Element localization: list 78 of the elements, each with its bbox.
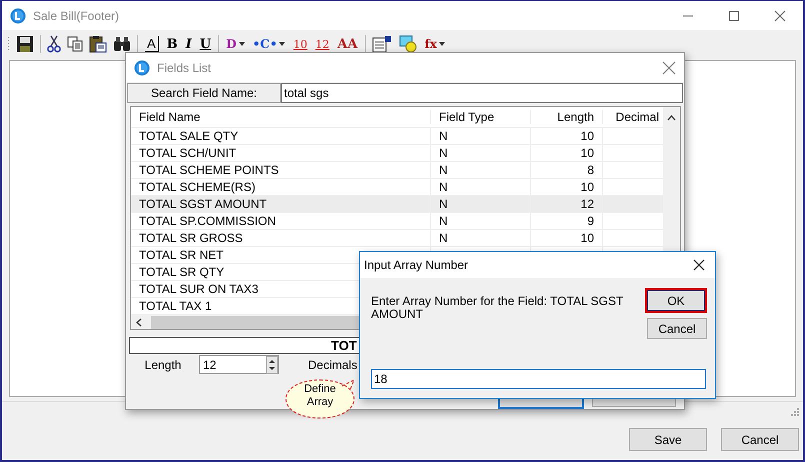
table-row[interactable]: TOTAL SALE QTY N 10 [131, 128, 663, 145]
caret-icon [238, 42, 245, 46]
table-row[interactable]: TOTAL SCH/UNIT N 10 [131, 145, 663, 162]
table-cell: TOTAL SCH/UNIT [139, 146, 236, 160]
column-header[interactable]: Length [531, 110, 603, 124]
window-title: Sale Bill(Footer) [33, 8, 120, 22]
table-row[interactable]: TOTAL SP.COMMISSION N 9 [131, 213, 663, 230]
table-cell: TOTAL SCHEME(RS) [139, 180, 256, 194]
cancel-button[interactable]: Cancel [647, 318, 707, 339]
length-label: Length [144, 358, 182, 372]
search-label: Search Field Name: [127, 83, 281, 103]
format-button[interactable]: AA [336, 34, 359, 54]
column-header[interactable]: Field Name [131, 110, 431, 124]
table-cell: 10 [580, 231, 594, 245]
table-cell: 9 [587, 214, 594, 228]
save-icon[interactable] [16, 35, 34, 53]
table-cell: N [439, 180, 448, 194]
table-cell: N [439, 146, 448, 160]
caret-icon [438, 42, 445, 46]
table-cell: 10 [580, 146, 594, 160]
copy-icon[interactable] [67, 36, 83, 52]
table-cell: TOTAL SR GROSS [139, 231, 243, 245]
caret-icon [279, 42, 286, 46]
binoculars-icon[interactable] [113, 36, 131, 52]
table-cell: 10 [580, 129, 594, 143]
format-button[interactable]: •C• [252, 34, 286, 54]
table-row[interactable]: TOTAL SGST AMOUNT N 12 [131, 196, 663, 213]
table-cell: 12 [580, 197, 594, 211]
save-button[interactable]: Save [629, 428, 707, 451]
scissors-icon[interactable] [47, 35, 61, 53]
dialog-title: Input Array Number [364, 258, 468, 272]
properties-icon[interactable] [372, 35, 392, 53]
table-cell: 10 [580, 180, 594, 194]
app-icon [134, 60, 150, 76]
clipboard-icon[interactable] [89, 35, 107, 53]
shapes-icon[interactable] [398, 35, 418, 53]
scroll-up-icon[interactable] [667, 115, 676, 121]
maximize-icon[interactable] [728, 10, 740, 22]
column-header[interactable]: Field Type [431, 110, 531, 124]
format-button[interactable]: 12 [314, 34, 330, 54]
table-cell: N [439, 129, 448, 143]
table-cell: TOTAL SR NET [139, 248, 224, 262]
table-cell: TOTAL SCHEME POINTS [139, 163, 279, 177]
field-caption: TOT [331, 338, 357, 353]
table-cell: TOTAL SP.COMMISSION [139, 214, 276, 228]
format-button[interactable]: 10 [292, 34, 308, 54]
table-row[interactable]: TOTAL SCHEME POINTS N 8 [131, 162, 663, 179]
ok-button[interactable]: OK [647, 290, 705, 311]
table-cell: N [439, 214, 448, 228]
decimals-label: Decimals [308, 358, 358, 372]
table-cell: TOTAL SUR ON TAX3 [139, 282, 258, 296]
column-header[interactable]: Decimal [603, 110, 661, 124]
dialog-title: Fields List [157, 60, 212, 74]
format-button[interactable]: U [198, 34, 212, 54]
close-icon[interactable] [693, 259, 705, 271]
format-button[interactable]: I [184, 34, 193, 54]
callout-bubble: Define Array [282, 378, 358, 420]
format-button[interactable]: B [166, 34, 179, 54]
search-field[interactable]: total sgs [281, 83, 683, 103]
input-field[interactable]: 18 [371, 369, 706, 389]
table-cell: TOTAL SALE QTY [139, 129, 238, 143]
format-button[interactable]: D [225, 34, 246, 54]
table-cell: N [439, 197, 448, 211]
table-cell: TOTAL TAX 1 [139, 299, 212, 313]
table-cell: TOTAL SGST AMOUNT [139, 197, 267, 211]
table-cell: 8 [587, 163, 594, 177]
resize-grip-icon [791, 408, 799, 416]
format-button[interactable]: fx [424, 34, 446, 54]
cancel-button[interactable]: Cancel [721, 428, 799, 451]
length-spinner[interactable]: 12 [199, 355, 279, 374]
table-row[interactable]: TOTAL SR GROSS N 10 [131, 230, 663, 247]
prompt-message: Enter Array Number for the Field: TOTAL SGST AMOUNT [371, 295, 624, 323]
app-icon [10, 8, 26, 24]
table-cell: N [439, 231, 448, 245]
scroll-left-icon[interactable] [136, 318, 142, 326]
table-cell: N [439, 163, 448, 177]
table-cell: TOTAL SR QTY [139, 265, 224, 279]
spin-arrows-icon[interactable] [266, 356, 278, 374]
